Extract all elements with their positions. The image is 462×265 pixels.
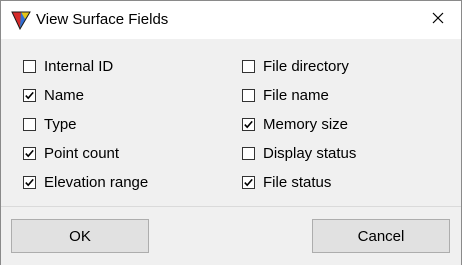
cancel-button[interactable]: Cancel bbox=[312, 219, 450, 253]
checkbox-checked-icon[interactable] bbox=[242, 117, 255, 131]
checkbox-file-directory[interactable]: File directory bbox=[242, 56, 349, 76]
checkbox-unchecked-icon[interactable] bbox=[242, 88, 255, 102]
checkbox-label: Point count bbox=[44, 144, 120, 162]
checkbox-name[interactable]: Name bbox=[23, 85, 84, 105]
checkbox-checked-icon[interactable] bbox=[23, 88, 36, 102]
checkbox-label: Elevation range bbox=[44, 173, 149, 191]
checkbox-elevation-range[interactable]: Elevation range bbox=[23, 172, 148, 192]
ok-button[interactable]: OK bbox=[11, 219, 149, 253]
checkbox-label: File name bbox=[263, 86, 329, 104]
checkbox-label: Name bbox=[44, 86, 85, 104]
checkbox-label: Internal ID bbox=[44, 57, 114, 75]
checkbox-label: Type bbox=[44, 115, 77, 133]
field-checkbox-grid: Internal ID Name Type Point count Elevation … bbox=[1, 39, 461, 206]
checkbox-type[interactable]: Type bbox=[23, 114, 77, 134]
checkbox-label: Display status bbox=[263, 144, 357, 162]
checkbox-checked-icon[interactable] bbox=[242, 175, 255, 189]
checkbox-checked-icon[interactable] bbox=[23, 146, 36, 160]
close-button[interactable] bbox=[415, 1, 461, 39]
checkbox-label: Memory size bbox=[263, 115, 349, 133]
close-icon bbox=[432, 11, 444, 29]
checkbox-memory-size[interactable]: Memory size bbox=[242, 114, 348, 134]
checkbox-unchecked-icon[interactable] bbox=[242, 59, 255, 73]
dialog-body: Internal ID Name Type Point count Elevation … bbox=[1, 39, 461, 206]
colored-triangle-icon bbox=[11, 10, 31, 31]
checkbox-unchecked-icon[interactable] bbox=[23, 117, 36, 131]
checkbox-file-status[interactable]: File status bbox=[242, 172, 331, 192]
dialog-window: View Surface Fields Internal ID Name Type P… bbox=[0, 0, 462, 265]
checkbox-point-count[interactable]: Point count bbox=[23, 143, 119, 163]
checkbox-internal-id[interactable]: Internal ID bbox=[23, 56, 113, 76]
title-bar: View Surface Fields bbox=[1, 1, 461, 39]
checkbox-file-name[interactable]: File name bbox=[242, 85, 329, 105]
checkbox-checked-icon[interactable] bbox=[23, 175, 36, 189]
button-bar: OK Cancel bbox=[1, 206, 461, 265]
window-title: View Surface Fields bbox=[36, 11, 169, 28]
checkbox-label: File status bbox=[263, 173, 332, 191]
checkbox-label: File directory bbox=[263, 57, 349, 75]
checkbox-display-status[interactable]: Display status bbox=[242, 143, 356, 163]
checkbox-unchecked-icon[interactable] bbox=[23, 59, 36, 73]
checkbox-unchecked-icon[interactable] bbox=[242, 146, 255, 160]
